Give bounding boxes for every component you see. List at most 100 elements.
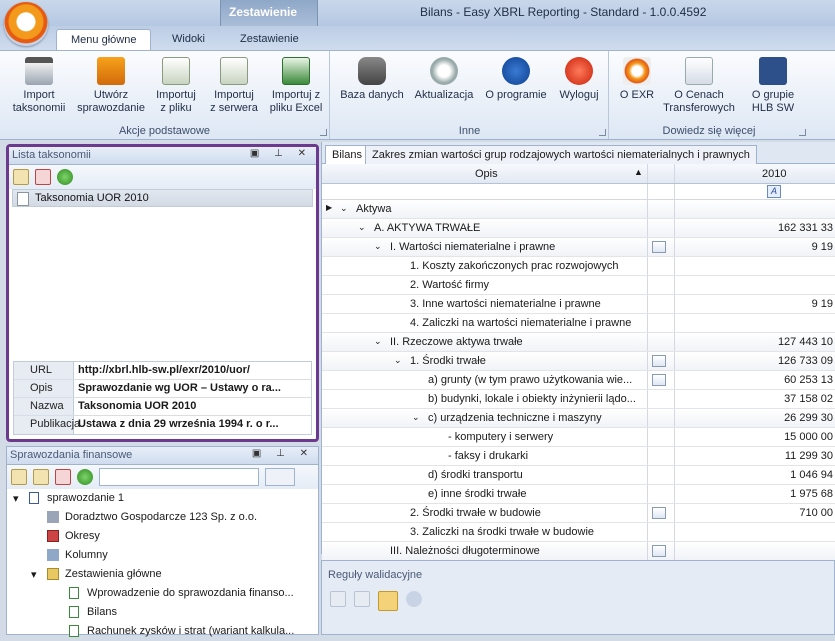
column-2010[interactable]: 2010 xyxy=(762,168,786,180)
table-row[interactable]: 4. Zaliczki na wartości niematerialne i … xyxy=(322,314,835,333)
expand-chevron-icon[interactable]: ⌄ xyxy=(374,336,382,347)
row-value[interactable]: 710 00 xyxy=(799,507,833,519)
row-value[interactable]: 126 733 09 xyxy=(778,355,833,367)
tab-zakres-zmian[interactable]: Zakres zmian wartości grup rodzajowych w… xyxy=(365,145,757,164)
expand-chevron-icon[interactable]: ⌄ xyxy=(394,355,402,366)
table-row[interactable]: - komputery i serwery 15 000 00 xyxy=(322,428,835,447)
panel-controls[interactable]: ▣ ⊥ ✕ xyxy=(250,148,312,159)
table-row[interactable]: ⌄ II. Rzeczowe aktywa trwałe 127 443 10 xyxy=(322,333,835,352)
table-row[interactable]: e) inne środki trwałe 1 975 68 xyxy=(322,485,835,504)
table-row[interactable]: 2. Środki trwałe w budowie 710 00 xyxy=(322,504,835,523)
expand-chevron-icon[interactable]: ⌄ xyxy=(374,241,382,252)
table-row[interactable]: 2. Wartość firmy xyxy=(322,276,835,295)
info-icon[interactable] xyxy=(406,591,422,607)
active-rule-icon[interactable] xyxy=(378,591,398,611)
tree-node[interactable]: ▾ sprawozdanie 1 xyxy=(7,489,318,508)
refresh-icon[interactable] xyxy=(77,469,93,485)
group-launcher-icon[interactable] xyxy=(320,129,327,136)
tree-node[interactable]: Bilans xyxy=(7,603,318,622)
table-row[interactable]: ⌄ c) urządzenia techniczne i maszyny 26 29… xyxy=(322,409,835,428)
table-row[interactable]: b) budynki, lokale i obiekty inżynierii … xyxy=(322,390,835,409)
table-row[interactable]: a) grunty (w tym prawo użytkowania wie..… xyxy=(322,371,835,390)
delete-report-icon[interactable] xyxy=(55,469,71,485)
row-value[interactable]: 127 443 10 xyxy=(778,336,833,348)
table-row[interactable]: - faksy i drukarki 11 299 30 xyxy=(322,447,835,466)
table-row[interactable]: ▶ ⌄ Aktywa xyxy=(322,200,835,219)
logout-button[interactable]: Wyloguj xyxy=(553,57,605,102)
new-report-icon[interactable] xyxy=(11,469,27,485)
row-label: - komputery i serwery xyxy=(448,431,554,443)
row-value[interactable]: 1 046 94 xyxy=(790,469,833,481)
row-value[interactable]: 9 19 xyxy=(812,298,833,310)
import-excel-button[interactable]: Importuj z pliku Excel xyxy=(266,57,326,115)
note-icon[interactable] xyxy=(652,374,666,386)
row-value[interactable]: 1 975 68 xyxy=(790,488,833,500)
table-row[interactable]: 1. Koszty zakończonych prac rozwojowych xyxy=(322,257,835,276)
tree-node[interactable]: Rachunek zysków i strat (wariant kalkula… xyxy=(7,622,318,641)
create-report-button[interactable]: Utwórz sprawozdanie xyxy=(74,57,148,115)
rule-icon[interactable] xyxy=(330,591,346,607)
about-exr-button[interactable]: O EXR xyxy=(614,57,660,102)
tab-widoki[interactable]: Widoki xyxy=(158,29,219,50)
row-value[interactable]: 26 299 30 xyxy=(784,412,833,424)
group-label: Akcje podstawowe xyxy=(118,125,211,137)
tree-node[interactable]: ▾ Zestawienia główne xyxy=(7,565,318,584)
note-icon[interactable] xyxy=(652,241,666,253)
about-transfer-prices-button[interactable]: O Cenach Transferowych xyxy=(662,57,736,115)
panel-header: Lista taksonomii ▣ ⊥ ✕ xyxy=(9,147,316,165)
tab-bilans[interactable]: Bilans xyxy=(325,145,369,164)
add-report-icon[interactable] xyxy=(33,469,49,485)
row-value[interactable]: 162 331 33 xyxy=(778,222,833,234)
group-launcher-icon[interactable] xyxy=(599,129,606,136)
group-launcher-icon[interactable] xyxy=(799,129,806,136)
note-icon[interactable] xyxy=(652,545,666,557)
table-row[interactable]: ⌄ A. AKTYWA TRWAŁE 162 331 33 xyxy=(322,219,835,238)
taxonomy-item[interactable]: Taksonomia UOR 2010 xyxy=(12,189,313,207)
tree-node[interactable]: Kolumny xyxy=(7,546,318,565)
row-label: III. Należności długoterminowe xyxy=(390,545,540,557)
row-value[interactable]: 11 299 30 xyxy=(785,450,833,462)
tree-node[interactable]: Doradztwo Gospodarcze 123 Sp. z o.o. xyxy=(7,508,318,527)
row-value[interactable]: 15 000 00 xyxy=(784,431,833,443)
view-options-button[interactable] xyxy=(265,468,295,486)
row-value[interactable]: 9 19 xyxy=(812,241,833,253)
table-row[interactable]: 3. Inne wartości niematerialne i prawne 9… xyxy=(322,295,835,314)
update-button[interactable]: Aktualizacja xyxy=(411,57,477,102)
import-server-button[interactable]: Importuj z serwera xyxy=(206,57,262,115)
filter-input[interactable] xyxy=(99,468,259,486)
taxonomy-properties: URL http://xbrl.hlb-sw.pl/exr/2010/uor/ O… xyxy=(13,361,312,435)
context-tab[interactable]: Zestawienie xyxy=(220,0,318,26)
add-taxonomy-icon[interactable] xyxy=(13,169,29,185)
row-label: e) inne środki trwałe xyxy=(428,488,527,500)
table-row[interactable]: ⌄ 1. Środki trwałe 126 733 09 xyxy=(322,352,835,371)
panel-header: Sprawozdania finansowe ▣ ⊥ ✕ xyxy=(7,447,318,465)
row-value[interactable]: 60 253 13 xyxy=(784,374,833,386)
columns-icon xyxy=(47,549,59,561)
import-taxonomy-button[interactable]: Import taksonomii xyxy=(10,57,68,115)
about-hlb-button[interactable]: O grupie HLB SW xyxy=(744,57,802,115)
note-icon[interactable] xyxy=(652,355,666,367)
app-menu-button[interactable] xyxy=(4,2,48,46)
table-row[interactable]: III. Należności długoterminowe xyxy=(322,542,835,561)
expand-chevron-icon[interactable]: ⌄ xyxy=(358,222,366,233)
note-icon[interactable] xyxy=(652,507,666,519)
expand-chevron-icon[interactable]: ⌄ xyxy=(340,203,348,214)
database-button[interactable]: Baza danych xyxy=(339,57,405,102)
tab-zestawienie[interactable]: Zestawienie xyxy=(226,29,313,50)
column-opis[interactable]: Opis xyxy=(475,168,498,180)
expand-chevron-icon[interactable]: ⌄ xyxy=(412,412,420,423)
tree-node[interactable]: Okresy xyxy=(7,527,318,546)
about-button[interactable]: O programie xyxy=(483,57,549,102)
table-row[interactable]: 3. Zaliczki na środki trwałe w budowie xyxy=(322,523,835,542)
row-value[interactable]: 37 158 02 xyxy=(784,393,833,405)
refresh-icon[interactable] xyxy=(57,169,73,185)
tab-menu-glowne[interactable]: Menu główne xyxy=(56,29,152,50)
panel-controls[interactable]: ▣ ⊥ ✕ xyxy=(252,448,314,459)
sort-asc-icon[interactable]: ▲ xyxy=(634,167,643,177)
import-file-button[interactable]: Importuj z pliku xyxy=(150,57,202,115)
table-row[interactable]: ⌄ I. Wartości niematerialne i prawne 9 19 xyxy=(322,238,835,257)
tree-node[interactable]: Wprowadzenie do sprawozdania finanso... xyxy=(7,584,318,603)
rule-icon[interactable] xyxy=(354,591,370,607)
delete-taxonomy-icon[interactable] xyxy=(35,169,51,185)
table-row[interactable]: d) środki transportu 1 046 94 xyxy=(322,466,835,485)
